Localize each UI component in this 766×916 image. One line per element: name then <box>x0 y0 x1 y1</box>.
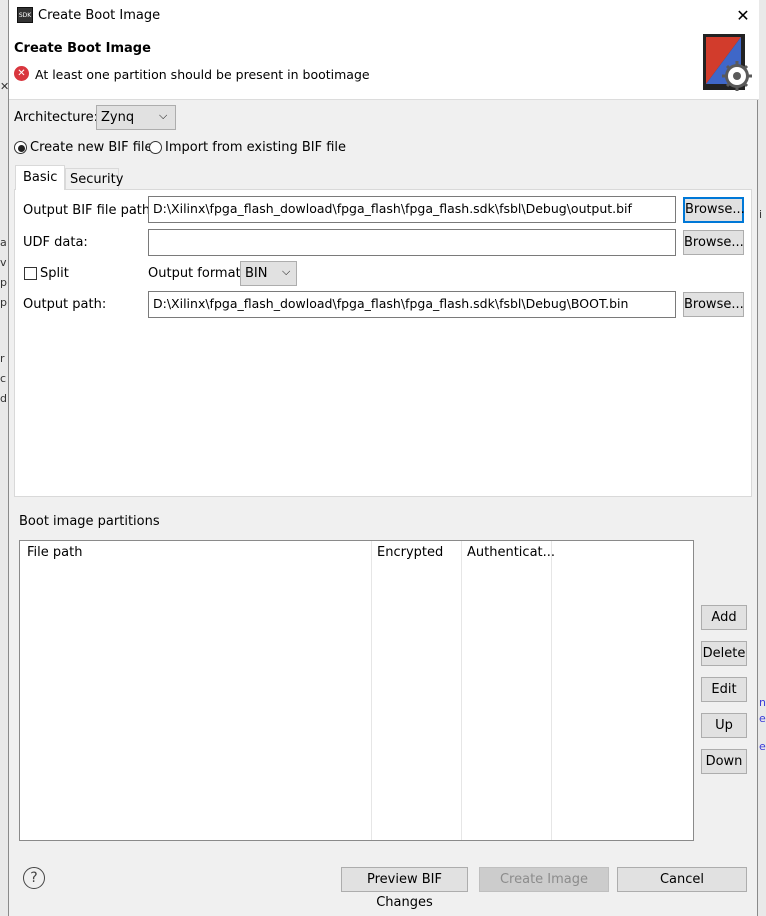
close-icon[interactable]: ✕ <box>731 4 755 28</box>
edit-button[interactable]: Edit <box>701 677 747 702</box>
browse-udf-button[interactable]: Browse... <box>683 230 744 255</box>
delete-button[interactable]: Delete <box>701 641 747 666</box>
tab-basic[interactable]: Basic <box>15 165 65 190</box>
chevron-down-icon: ⌵ <box>282 265 291 278</box>
output-format-value: BIN <box>245 266 268 281</box>
background-app-right: i n e e <box>758 0 766 916</box>
udf-data-field[interactable] <box>148 229 676 256</box>
partitions-title: Boot image partitions <box>19 514 160 529</box>
column-header-encrypted[interactable]: Encrypted <box>377 545 443 560</box>
partitions-table[interactable]: File path Encrypted Authenticat... <box>19 540 694 841</box>
title-bar: SDK Create Boot Image ✕ <box>9 0 759 32</box>
window-title: Create Boot Image <box>38 8 161 23</box>
tab-security-label: Security <box>70 172 124 187</box>
up-button[interactable]: Up <box>701 713 747 738</box>
down-button[interactable]: Down <box>701 749 747 774</box>
column-divider <box>551 541 552 840</box>
split-checkbox[interactable] <box>24 267 37 280</box>
error-icon: ✕ <box>14 66 29 81</box>
help-icon[interactable]: ? <box>23 867 45 889</box>
output-path-field[interactable]: D:\Xilinx\fpga_flash_dowload\fpga_flash\… <box>148 291 676 318</box>
output-format-label: Output format: <box>148 266 246 281</box>
create-new-bif-radio[interactable] <box>14 141 27 154</box>
create-image-button[interactable]: Create Image <box>479 867 609 892</box>
column-header-file-path[interactable]: File path <box>27 545 82 560</box>
chevron-down-icon: ⌵ <box>159 109 168 122</box>
page-title: Create Boot Image <box>14 41 151 56</box>
sdk-app-icon: SDK <box>17 7 33 23</box>
architecture-value: Zynq <box>101 110 135 125</box>
boot-image-banner-icon <box>701 32 753 94</box>
basic-tab-panel: Output BIF file path: D:\Xilinx\fpga_fla… <box>14 189 752 497</box>
architecture-label: Architecture: <box>14 110 98 125</box>
output-path-label: Output path: <box>23 297 107 312</box>
cancel-button[interactable]: Cancel <box>617 867 747 892</box>
background-app-left: ✕ a v p p r c d <box>0 0 9 916</box>
add-button[interactable]: Add <box>701 605 747 630</box>
browse-bif-button[interactable]: Browse... <box>683 197 745 223</box>
output-bif-label: Output BIF file path: <box>23 203 155 218</box>
column-divider <box>371 541 372 840</box>
create-boot-image-dialog: SDK Create Boot Image ✕ Create Boot Imag… <box>8 0 759 916</box>
udf-data-label: UDF data: <box>23 235 88 250</box>
tab-basic-label: Basic <box>23 170 58 185</box>
architecture-select[interactable]: Zynq ⌵ <box>96 105 176 130</box>
import-existing-bif-radio[interactable] <box>149 141 162 154</box>
preview-bif-changes-button[interactable]: Preview BIF Changes <box>341 867 468 910</box>
column-divider <box>461 541 462 840</box>
create-new-bif-label[interactable]: Create new BIF file <box>30 140 153 155</box>
error-message: At least one partition should be present… <box>35 67 370 82</box>
browse-output-button[interactable]: Browse... <box>683 292 744 317</box>
output-format-select[interactable]: BIN ⌵ <box>240 261 297 286</box>
column-header-authenticated[interactable]: Authenticat... <box>467 545 555 560</box>
output-bif-field[interactable]: D:\Xilinx\fpga_flash_dowload\fpga_flash\… <box>148 196 676 223</box>
import-existing-bif-label[interactable]: Import from existing BIF file <box>165 140 346 155</box>
dialog-header: Create Boot Image ✕ At least one partiti… <box>9 32 759 100</box>
split-label[interactable]: Split <box>40 266 69 281</box>
tab-security[interactable]: Security <box>65 168 123 190</box>
